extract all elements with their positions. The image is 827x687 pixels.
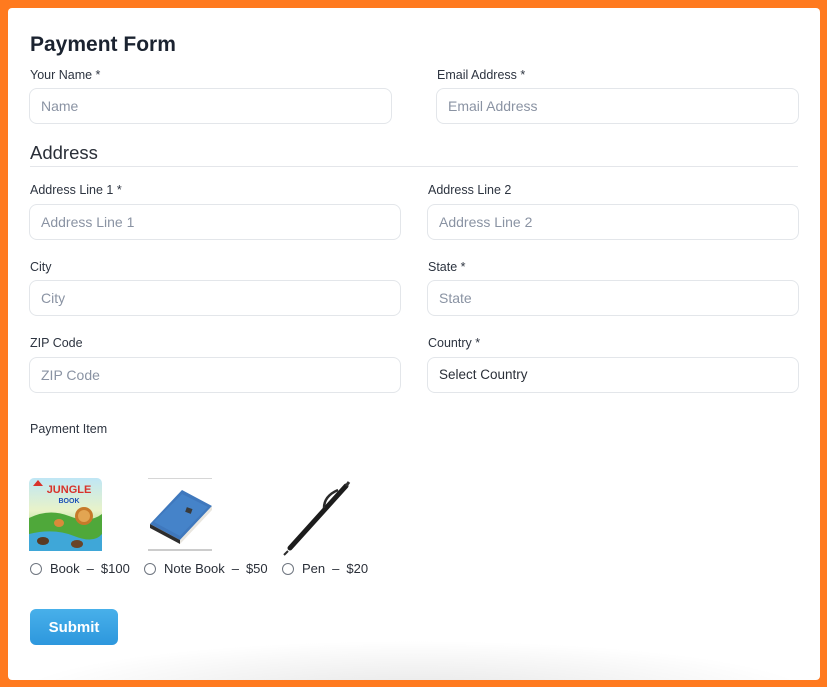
address-line2-input[interactable] xyxy=(427,204,799,240)
payment-option-notebook[interactable]: Note Book – $50 xyxy=(144,561,268,576)
state-label: State * xyxy=(428,260,466,274)
address-line2-label: Address Line 2 xyxy=(428,183,512,197)
option-price: $100 xyxy=(100,561,130,576)
page-title: Payment Form xyxy=(30,33,176,56)
country-select[interactable]: Select Country xyxy=(427,357,799,393)
payment-form-card: Payment Form Your Name * Email Address *… xyxy=(8,8,820,680)
zip-input[interactable] xyxy=(29,357,401,393)
state-input[interactable] xyxy=(427,280,799,316)
address-divider xyxy=(30,166,798,167)
address-section-title: Address xyxy=(30,142,98,163)
payment-option-book[interactable]: Book – $100 xyxy=(30,561,130,576)
address-line1-input[interactable] xyxy=(29,204,401,240)
option-name: Note Book xyxy=(164,561,225,576)
city-input[interactable] xyxy=(29,280,401,316)
radio-notebook[interactable] xyxy=(144,562,156,575)
option-price: $50 xyxy=(245,561,268,576)
address-line1-label: Address Line 1 * xyxy=(30,183,122,197)
submit-button[interactable]: Submit xyxy=(30,609,118,645)
name-label: Your Name * xyxy=(30,68,101,82)
option-separator: – xyxy=(86,561,94,576)
payment-item-label: Payment Item xyxy=(30,422,108,436)
jungle-book-image: JUNGLE BOOK xyxy=(29,478,102,551)
notebook-image xyxy=(146,478,214,551)
payment-option-pen[interactable]: Pen – $20 xyxy=(282,561,368,576)
radio-book[interactable] xyxy=(30,562,42,575)
name-input[interactable] xyxy=(29,88,392,124)
option-separator: – xyxy=(332,561,340,576)
city-label: City xyxy=(30,260,52,274)
svg-text:BOOK: BOOK xyxy=(59,498,80,505)
pen-image xyxy=(283,481,351,556)
zip-label: ZIP Code xyxy=(30,336,83,350)
email-input[interactable] xyxy=(436,88,799,124)
country-label: Country * xyxy=(428,336,481,350)
radio-pen[interactable] xyxy=(282,562,294,575)
option-separator: – xyxy=(231,561,239,576)
email-label: Email Address * xyxy=(437,68,526,82)
svg-text:JUNGLE: JUNGLE xyxy=(47,484,92,496)
option-name: Pen xyxy=(302,561,326,576)
option-price: $20 xyxy=(346,561,369,576)
option-name: Book xyxy=(50,561,80,576)
